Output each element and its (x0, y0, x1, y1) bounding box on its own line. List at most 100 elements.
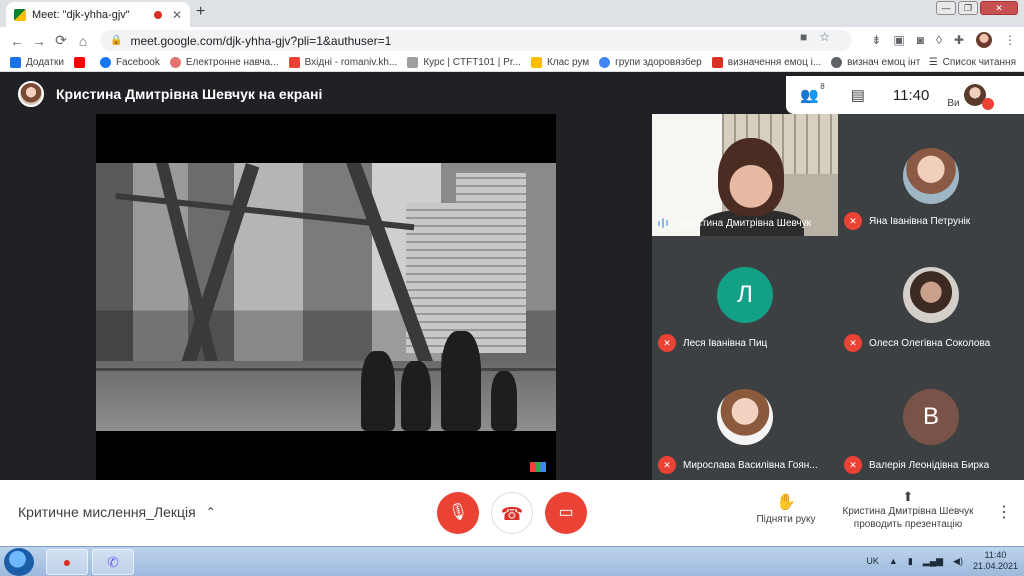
profile-avatar[interactable] (976, 32, 992, 48)
self-avatar[interactable] (963, 84, 994, 110)
browser-tab[interactable]: Meet: "djk-yhha-gjv" ✕ (6, 2, 190, 27)
maximize-button[interactable]: ❐ (958, 1, 978, 15)
recording-indicator-icon (153, 10, 162, 19)
tab-title: Meet: "djk-yhha-gjv" (32, 8, 130, 21)
raise-hand-button[interactable]: ✋ Підняти руку (748, 492, 824, 525)
tray-clock[interactable]: 11:40 21.04.2021 (973, 550, 1018, 572)
meet-logo-icon (530, 462, 546, 472)
participant-tile[interactable]: Кристина Дмитрівна Шевчук (652, 114, 838, 236)
window-close-button[interactable]: ✕ (980, 1, 1018, 15)
participant-tile[interactable]: ✕ Яна Іванівна Петрунік (838, 114, 1024, 236)
browser-menu-icon[interactable]: ⋮ (1004, 33, 1016, 47)
forward-arrow-icon[interactable]: → (28, 33, 50, 49)
bookmark-label: Додатки (26, 57, 64, 68)
meeting-title: Критичне мислення_Лекція (18, 504, 196, 520)
volume-icon[interactable]: ◀) (953, 556, 963, 567)
extensions-puzzle-icon[interactable]: ✚ (954, 33, 964, 47)
network-icon[interactable]: ▂▄▆ (923, 556, 943, 567)
language-indicator[interactable]: UK (866, 556, 879, 566)
mic-off-icon: ✕ (658, 334, 676, 352)
bookmark-item[interactable]: Додатки (10, 57, 64, 68)
participant-avatar: Л (717, 267, 773, 323)
bookmark-item[interactable] (73, 57, 90, 68)
facebook-icon (99, 57, 111, 68)
meet-control-bar: Критичне мислення_Лекція ⌃ 🎙 ☎ ▭ ✋ Підня… (0, 480, 1024, 546)
site-icon (711, 57, 723, 68)
speaking-indicator-icon (658, 216, 672, 230)
tray-date: 21.04.2021 (972, 561, 1018, 571)
viber-icon: ✆ (107, 554, 119, 570)
start-button[interactable] (4, 548, 34, 576)
participant-tile[interactable]: ✕ Олеся Олегівна Соколова (838, 236, 1024, 358)
chrome-taskbar-button[interactable]: ● (46, 549, 88, 575)
people-icon[interactable]: 👥 8 (800, 82, 825, 104)
building-image (456, 173, 526, 353)
participant-name: Валерія Леонідівна Бирка (869, 459, 990, 471)
extension-icon[interactable]: ◙ (917, 33, 924, 47)
lock-icon: 🔒 (110, 35, 123, 46)
meeting-details-button[interactable]: Критичне мислення_Лекція ⌃ (18, 504, 216, 520)
apps-grid-icon (10, 57, 21, 68)
bookmark-label: Facebook (115, 57, 160, 68)
bookmark-item[interactable]: групи здоровязбер (599, 57, 702, 68)
bookmark-label: Курс | CTFT101 | Pr... (423, 57, 521, 68)
site-icon (407, 57, 419, 68)
participant-face (718, 138, 784, 216)
tray-arrow-icon[interactable]: ▲ (889, 556, 898, 566)
bookmark-star-icon[interactable]: ☆ (819, 30, 830, 44)
reading-list-icon: ☰ (928, 57, 938, 68)
bookmark-label: Вхідні - romaniv.kh... (304, 57, 398, 68)
mic-off-icon: ✕ (844, 456, 862, 474)
present-screen-icon: ⬆ (902, 489, 914, 504)
extension-icon[interactable]: ▣ (893, 33, 904, 47)
youtube-icon (73, 57, 85, 68)
window-controls: — ❐ ✕ (936, 1, 1018, 15)
presentation-status-button[interactable]: ⬆ Кристина Дмитрівна Шевчук проводить пр… (838, 490, 978, 531)
railing (96, 368, 556, 371)
shared-screen (96, 114, 556, 480)
camera-toggle-button[interactable]: ▭ (545, 492, 587, 534)
reload-icon[interactable]: ⟳ (50, 32, 72, 49)
meet-favicon-icon (14, 8, 26, 21)
bookmark-item[interactable]: Курс | CTFT101 | Pr... (407, 57, 521, 68)
ground (96, 361, 556, 431)
more-options-icon[interactable]: ⋮ (996, 502, 1012, 522)
bookmark-item[interactable]: визначення емоц і... (711, 57, 821, 68)
bookmark-item[interactable]: Електронне навча... (169, 57, 279, 68)
participant-name: Олеся Олегівна Соколова (869, 337, 991, 349)
minimize-button[interactable]: — (936, 1, 956, 15)
address-bar[interactable]: 🔒 meet.google.com/djk-yhha-gjv?pli=1&aut… (100, 30, 852, 51)
you-label: Ви (947, 98, 960, 109)
tab-strip: Meet: "djk-yhha-gjv" ✕ + — ❐ ✕ (0, 0, 1024, 27)
bookmark-item[interactable]: визнач емоц інт (831, 57, 920, 68)
bookmark-item[interactable]: Вхідні - romaniv.kh... (288, 57, 398, 68)
mic-off-icon: ✕ (658, 456, 676, 474)
presenter-title: Кристина Дмитрівна Шевчук на екрані (56, 86, 323, 102)
battery-icon[interactable]: ▮ (908, 556, 913, 567)
extension-icon[interactable]: ⇟ (871, 33, 881, 47)
participant-avatar (903, 267, 959, 323)
bookmarks-bar: Додатки Facebook Електронне навча... Вхі… (0, 54, 1024, 72)
hand-icon: ✋ (776, 494, 796, 511)
participant-tile[interactable]: В ✕ Валерія Леонідівна Бирка (838, 358, 1024, 480)
microphone-toggle-button[interactable]: 🎙 (437, 492, 479, 534)
bookmark-item[interactable]: Клас рум (530, 57, 589, 68)
raise-hand-label: Підняти руку (756, 514, 816, 525)
tab-close-icon[interactable]: ✕ (172, 8, 182, 22)
reading-list-button[interactable]: ☰ Список читання (929, 57, 1016, 68)
participant-tile[interactable]: Л ✕ Леся Іванівна Пиц (652, 236, 838, 358)
bookmark-label: Електронне навча... (185, 57, 279, 68)
participant-avatar (903, 148, 959, 204)
back-arrow-icon[interactable]: ← (6, 33, 28, 49)
hang-up-icon: ☎ (500, 504, 524, 524)
extension-icon[interactable]: ◊ (936, 33, 942, 47)
home-icon[interactable]: ⌂ (72, 33, 94, 49)
chat-icon[interactable]: ▤ (851, 86, 865, 104)
new-tab-button[interactable]: + (196, 3, 205, 21)
participant-tile[interactable]: ✕ Мирослава Василівна Гоян... (652, 358, 838, 480)
viber-taskbar-button[interactable]: ✆ (92, 549, 134, 575)
camera-indicator-icon[interactable]: ■ (800, 30, 807, 44)
site-icon (169, 57, 181, 68)
leave-call-button[interactable]: ☎ (491, 492, 533, 534)
bookmark-item[interactable]: Facebook (99, 57, 160, 68)
